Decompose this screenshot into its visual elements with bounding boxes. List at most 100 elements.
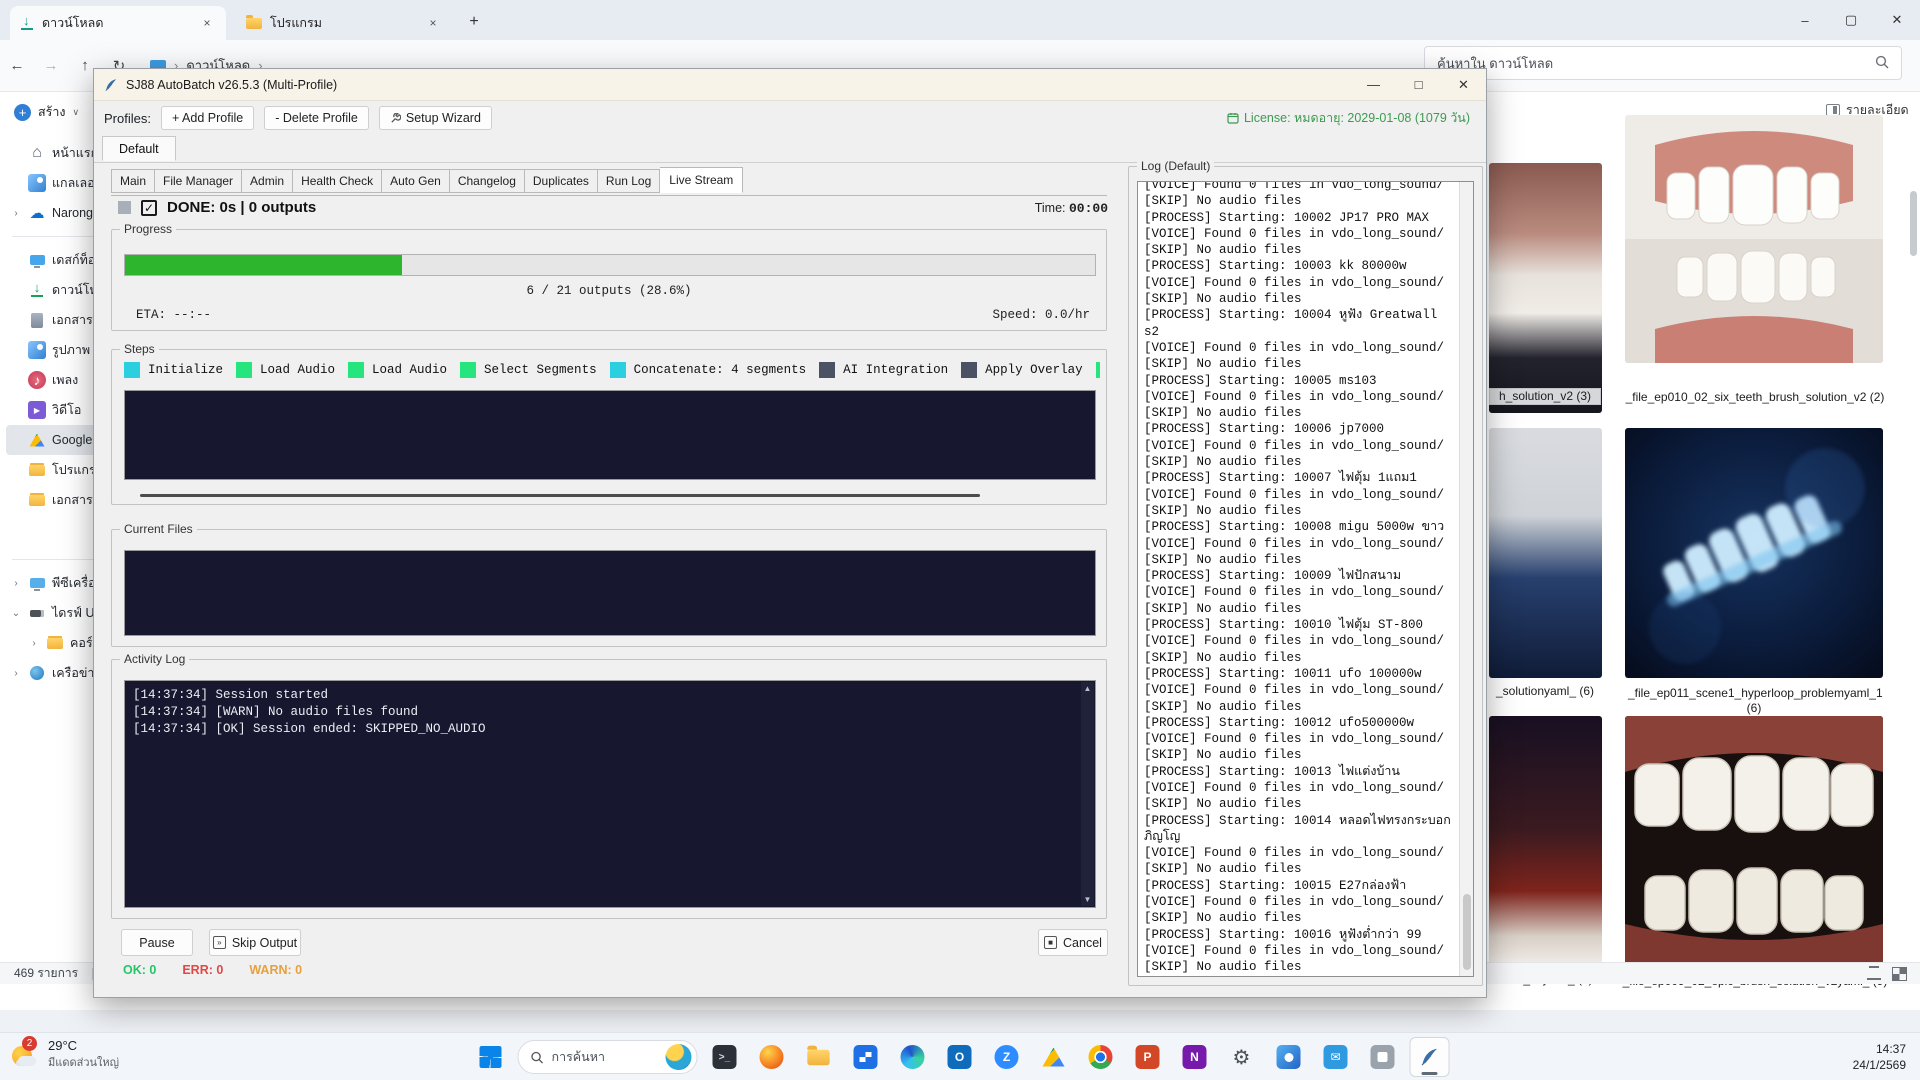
- file-name[interactable]: _solutionyaml_ (6): [1489, 684, 1601, 699]
- taskbar-app-store[interactable]: [846, 1037, 886, 1077]
- add-profile-button[interactable]: + Add Profile: [161, 106, 254, 130]
- pictures-icon: [28, 341, 46, 359]
- search-icon[interactable]: [1875, 55, 1889, 72]
- dialog-close-button[interactable]: ✕: [1441, 69, 1486, 100]
- maximize-button[interactable]: ▢: [1828, 0, 1874, 40]
- taskbar-app-google-drive[interactable]: [1034, 1037, 1074, 1077]
- setup-wizard-button[interactable]: Setup Wizard: [379, 106, 492, 130]
- dialog-title-bar[interactable]: SJ88 AutoBatch v26.5.3 (Multi-Profile) —…: [94, 69, 1486, 101]
- taskbar-app-utility[interactable]: [1363, 1037, 1403, 1077]
- log-scrollbar[interactable]: [1459, 182, 1473, 976]
- clock-date: 24/1/2569: [1853, 1057, 1906, 1073]
- tab-run-log[interactable]: Run Log: [598, 169, 660, 193]
- back-button[interactable]: ←: [0, 57, 34, 74]
- sidebar-item-label: เพลง: [52, 370, 78, 390]
- chevron-icon[interactable]: ›: [28, 638, 40, 649]
- file-thumbnail[interactable]: [1625, 716, 1883, 966]
- list-view-icon[interactable]: [1867, 968, 1881, 980]
- close-tab-icon[interactable]: ×: [198, 14, 216, 32]
- taskbar-app-onenote[interactable]: [1175, 1037, 1215, 1077]
- search-highlight-icon[interactable]: [666, 1044, 692, 1070]
- file-name-selected[interactable]: h_solution_v2 (3): [1489, 388, 1601, 405]
- taskbar-app-firefox[interactable]: [752, 1037, 792, 1077]
- dialog-minimize-button[interactable]: —: [1351, 69, 1396, 100]
- taskbar-app-mail[interactable]: [1316, 1037, 1356, 1077]
- taskbar-clock[interactable]: 14:37 24/1/2569: [1853, 1041, 1906, 1073]
- explorer-search-box[interactable]: ค้นหาใน ดาวน์โหลด: [1424, 46, 1902, 80]
- profile-tab-default[interactable]: Default: [102, 136, 176, 161]
- delete-profile-button[interactable]: - Delete Profile: [264, 106, 369, 130]
- taskbar-app-chrome[interactable]: [1081, 1037, 1121, 1077]
- start-button[interactable]: [471, 1037, 511, 1077]
- tab-file-manager[interactable]: File Manager: [155, 169, 242, 193]
- file-thumbnail-partial[interactable]: [1489, 716, 1602, 966]
- steps-horizontal-scrollbar[interactable]: [140, 494, 980, 497]
- scroll-down-icon[interactable]: ▼: [1084, 895, 1092, 904]
- taskbar-app-photos[interactable]: [1269, 1037, 1309, 1077]
- explorer-tab-downloads[interactable]: ดาวน์โหลด ×: [10, 6, 226, 40]
- tab-health-check[interactable]: Health Check: [293, 169, 382, 193]
- taskbar-search[interactable]: การค้นหา: [518, 1040, 698, 1074]
- log-line: [PROCESS] Starting: 10003 kk 80000w: [1144, 258, 1457, 274]
- elapsed-time: Time: 00:00: [994, 201, 1108, 216]
- stop-square-icon[interactable]: [118, 201, 131, 214]
- tab-label: ดาวน์โหลด: [42, 13, 103, 33]
- current-files-panel: [124, 550, 1096, 636]
- log-line: [VOICE] Found 0 files in vdo_long_sound/: [1144, 389, 1457, 405]
- file-thumbnail-partial[interactable]: [1489, 428, 1602, 678]
- log-scrollbar-thumb[interactable]: [1463, 894, 1471, 970]
- skip-output-button[interactable]: » Skip Output: [209, 929, 301, 956]
- chevron-icon[interactable]: ⌄: [10, 608, 22, 619]
- status-row: ✓ DONE: 0s | 0 outputs: [118, 199, 316, 216]
- taskbar-app-outlook[interactable]: [940, 1037, 980, 1077]
- scroll-up-icon[interactable]: ▲: [1084, 684, 1092, 693]
- step-chip: [1096, 362, 1100, 378]
- dialog-maximize-button[interactable]: □: [1396, 69, 1441, 100]
- feather-app-icon: [1420, 1047, 1440, 1067]
- forward-button[interactable]: →: [34, 57, 68, 74]
- file-name[interactable]: _file_ep011_scene1_hyperloop_problemyaml…: [1628, 686, 1880, 716]
- chevron-icon[interactable]: ›: [10, 578, 22, 589]
- done-checkbox[interactable]: ✓: [141, 200, 157, 216]
- taskbar-app-python-autobatch[interactable]: [1410, 1037, 1450, 1077]
- grid-view-icon[interactable]: [1893, 968, 1906, 980]
- taskbar-app-powerpoint[interactable]: [1128, 1037, 1168, 1077]
- file-name[interactable]: _file_ep010_02_six_teeth_brush_solution_…: [1615, 390, 1895, 405]
- log-line: [SKIP] No audio files: [1144, 699, 1457, 715]
- powerpoint-icon: [1136, 1045, 1160, 1069]
- log-line: [VOICE] Found 0 files in vdo_long_sound/: [1144, 487, 1457, 503]
- log-line: [VOICE] Found 0 files in vdo_long_sound/: [1144, 181, 1457, 193]
- pause-button[interactable]: Pause: [121, 929, 193, 956]
- taskbar-app-terminal[interactable]: [705, 1037, 745, 1077]
- taskbar-app-file-explorer[interactable]: [799, 1037, 839, 1077]
- new-item-button[interactable]: + สร้าง ∨: [14, 102, 79, 122]
- chevron-icon[interactable]: ›: [10, 668, 22, 679]
- tab-changelog[interactable]: Changelog: [450, 169, 525, 193]
- file-thumbnail-partial[interactable]: [1489, 163, 1602, 413]
- taskbar-app-settings[interactable]: [1222, 1037, 1262, 1077]
- minimize-button[interactable]: –: [1782, 0, 1828, 40]
- file-thumbnail[interactable]: [1625, 428, 1883, 678]
- scrollbar-thumb[interactable]: [1910, 191, 1917, 256]
- tab-admin[interactable]: Admin: [242, 169, 293, 193]
- tab-duplicates[interactable]: Duplicates: [525, 169, 598, 193]
- taskbar-app-edge[interactable]: [893, 1037, 933, 1077]
- close-tab-icon[interactable]: ×: [424, 14, 442, 32]
- cancel-button[interactable]: ■ Cancel: [1038, 929, 1108, 956]
- settings-gear-icon: [1230, 1045, 1254, 1069]
- taskbar-app-zoom[interactable]: [987, 1037, 1027, 1077]
- step-chip: Load Audio: [348, 362, 447, 378]
- activity-log-scrollbar[interactable]: ▲▼: [1081, 682, 1094, 906]
- tab-auto-gen[interactable]: Auto Gen: [382, 169, 450, 193]
- new-tab-button[interactable]: +: [460, 8, 488, 36]
- log-panel[interactable]: [VOICE] Found 0 files in vdo_long_sound/…: [1137, 181, 1474, 977]
- file-thumbnail[interactable]: [1625, 115, 1883, 363]
- file-list-scrollbar[interactable]: [1908, 96, 1919, 1001]
- chevron-icon[interactable]: ›: [10, 208, 22, 219]
- close-button[interactable]: ✕: [1874, 0, 1920, 40]
- tab-main[interactable]: Main: [111, 169, 155, 193]
- weather-widget[interactable]: 2 29°C มีแดดส่วนใหญ่: [10, 1038, 119, 1071]
- tab-live-stream[interactable]: Live Stream: [660, 167, 743, 193]
- explorer-tab-programs[interactable]: โปรแกรม ×: [236, 6, 452, 40]
- log-line: [PROCESS] Starting: 10006 jp7000: [1144, 421, 1457, 437]
